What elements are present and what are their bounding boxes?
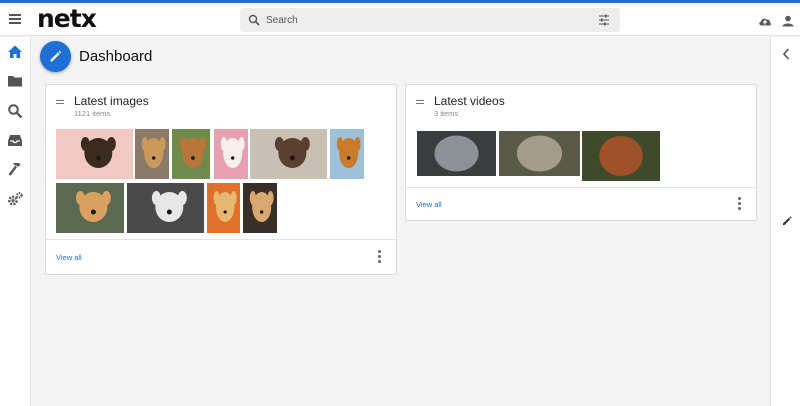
edit-pencil-icon[interactable] — [782, 216, 792, 226]
drag-handle-icon[interactable] — [416, 100, 424, 106]
home-icon[interactable] — [7, 44, 23, 60]
account-icon[interactable] — [781, 15, 795, 27]
widget-item-count: 1121 items — [74, 109, 111, 118]
widget-title: Latest videos — [434, 94, 505, 108]
app-logo[interactable]: netx — [37, 4, 97, 34]
page-title: Dashboard — [79, 48, 153, 65]
dog-thumbnail-7[interactable] — [56, 183, 124, 233]
folder-icon[interactable] — [7, 73, 23, 89]
latest-videos-widget: Latest videos 3 items View all — [405, 84, 757, 221]
widget-divider — [46, 239, 396, 240]
right-panel — [770, 37, 800, 406]
search-input[interactable] — [266, 10, 586, 30]
view-all-link[interactable]: View all — [56, 253, 82, 262]
search-bar — [240, 8, 620, 32]
latest-images-widget: Latest images 1121 items View all — [45, 84, 397, 275]
dog-thumbnail-8[interactable] — [127, 183, 204, 233]
chevron-left-icon[interactable] — [782, 48, 790, 60]
more-options-icon[interactable] — [738, 197, 742, 211]
cloud-upload-icon[interactable] — [758, 15, 772, 27]
more-options-icon[interactable] — [378, 250, 382, 264]
drag-handle-icon[interactable] — [56, 100, 64, 106]
dog-thumbnail-1[interactable] — [56, 129, 133, 179]
video-thumbnail-monkeys[interactable] — [499, 131, 580, 176]
view-all-link[interactable]: View all — [416, 200, 442, 209]
dog-thumbnail-9[interactable] — [207, 183, 240, 233]
widget-divider — [406, 187, 756, 188]
video-thumbnail-red-panda[interactable] — [582, 131, 660, 181]
search-filter-icon[interactable] — [598, 14, 610, 26]
dog-thumbnail-10[interactable] — [243, 183, 277, 233]
app-bar: netx — [0, 3, 800, 36]
search-nav-icon[interactable] — [7, 103, 23, 119]
video-thumbnail-camera-lens[interactable] — [417, 131, 496, 176]
inbox-icon[interactable] — [7, 132, 23, 148]
dog-thumbnail-2[interactable] — [135, 129, 169, 179]
dog-thumbnail-4[interactable] — [214, 129, 248, 179]
hamburger-menu-icon[interactable] — [9, 14, 21, 24]
pencil-icon — [50, 50, 62, 62]
search-icon — [248, 14, 260, 26]
widget-title: Latest images — [74, 94, 149, 108]
dog-thumbnail-3[interactable] — [172, 129, 210, 179]
edit-dashboard-button[interactable] — [40, 41, 71, 72]
dog-thumbnail-5[interactable] — [250, 129, 327, 179]
gears-icon[interactable] — [7, 191, 23, 207]
widget-item-count: 3 items — [434, 109, 459, 118]
hammer-icon[interactable] — [7, 161, 23, 177]
dog-thumbnail-6[interactable] — [330, 129, 364, 179]
left-sidebar — [0, 37, 31, 406]
